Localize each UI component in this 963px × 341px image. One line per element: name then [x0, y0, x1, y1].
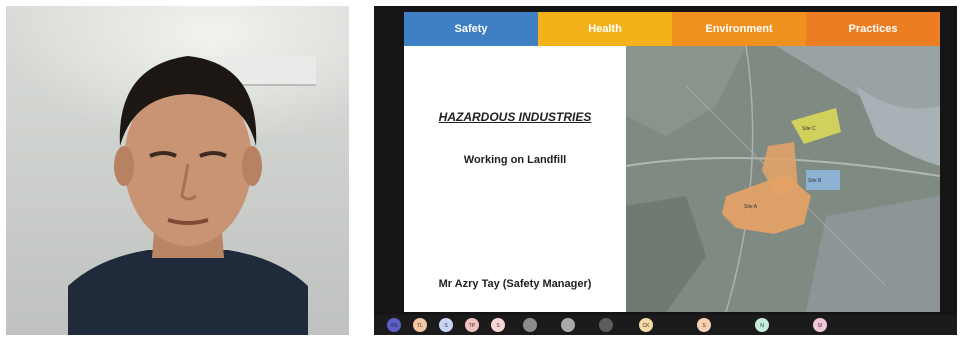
- slide-subtitle: Working on Landfill: [463, 154, 567, 166]
- participant-avatar[interactable]: S: [491, 318, 505, 332]
- presentation-slide: Safety Health Environment Practices HAZA…: [404, 12, 940, 312]
- participant-avatar[interactable]: S: [439, 318, 453, 332]
- participant-avatar[interactable]: [561, 318, 575, 332]
- aerial-map-image: Site C Site A Site B: [626, 46, 940, 312]
- participant-initials: AN: [391, 323, 398, 329]
- participant-video-image: [68, 56, 308, 335]
- participant-avatar[interactable]: S: [697, 318, 711, 332]
- slide-title: HAZARDOUS INDUSTRIES: [438, 110, 592, 124]
- participant-initials: TP: [469, 323, 476, 329]
- screen-share-tile[interactable]: Safety Health Environment Practices HAZA…: [374, 6, 957, 335]
- participant-initials: CK: [643, 323, 651, 329]
- participant-initials: TL: [417, 323, 423, 329]
- slide-tab-safety: Safety: [404, 12, 538, 46]
- slide-tab-bar: Safety Health Environment Practices: [404, 12, 940, 46]
- slide-tab-practices: Practices: [806, 12, 940, 46]
- svg-text:Site C: Site C: [802, 126, 816, 132]
- participant-avatar[interactable]: [523, 318, 537, 332]
- participant-avatar[interactable]: CK: [639, 318, 653, 332]
- participant-avatar[interactable]: N: [755, 318, 769, 332]
- participant-initials: N: [760, 323, 764, 329]
- participant-avatar[interactable]: TP: [465, 318, 479, 332]
- participant-avatar[interactable]: TL: [413, 318, 427, 332]
- participant-video-tile[interactable]: [6, 6, 349, 335]
- participant-initials: SI: [818, 323, 823, 329]
- svg-text:Site B: Site B: [808, 178, 822, 184]
- slide-tab-environment: Environment: [672, 12, 806, 46]
- participant-avatar[interactable]: AN: [387, 318, 401, 332]
- slide-presenter: Mr Azry Tay (Safety Manager): [438, 278, 592, 290]
- participant-avatar[interactable]: [599, 318, 613, 332]
- slide-text-panel: HAZARDOUS INDUSTRIES Working on Landfill…: [404, 46, 626, 312]
- participant-avatar[interactable]: SI: [813, 318, 827, 332]
- svg-text:Site A: Site A: [744, 204, 758, 210]
- participant-strip: AN TL S TP S CK S N SI: [374, 315, 957, 335]
- slide-tab-health: Health: [538, 12, 672, 46]
